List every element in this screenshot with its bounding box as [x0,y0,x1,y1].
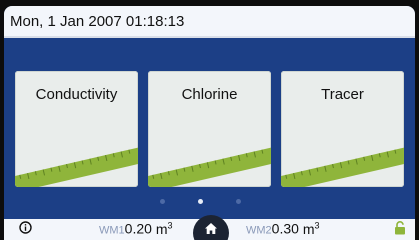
device-screen: Mon, 1 Jan 2007 01:18:13 Conductivity Ch… [4,6,415,240]
tile-row: Conductivity Chlorine Tracer [15,71,405,187]
meter-value: 0.30 [271,220,299,237]
tile-tracer[interactable]: Tracer [281,71,404,187]
page-dot-2-active[interactable] [198,199,203,204]
ruler-icon [148,147,271,187]
home-icon [205,223,217,234]
datetime-display: Mon, 1 Jan 2007 01:18:13 [10,13,185,30]
page-indicator [4,199,415,207]
water-meter-2-reading: WM20.30 m3 [246,220,320,237]
page-dot-3[interactable] [236,199,241,204]
page-dot-1[interactable] [160,199,165,204]
tile-label: Tracer [321,86,364,103]
water-meter-1-reading: WM10.20 m3 [99,220,173,237]
meter-value: 0.20 [124,220,152,237]
meter-unit: m3 [155,220,173,237]
tile-label: Chlorine [181,86,238,103]
tile-conductivity[interactable]: Conductivity [15,71,138,187]
ruler-icon [281,147,404,187]
info-icon[interactable] [19,221,32,234]
tile-label: Conductivity [35,86,118,103]
tile-chlorine[interactable]: Chlorine [148,71,271,187]
unlocked-padlock-icon[interactable] [394,221,406,235]
status-bar: Mon, 1 Jan 2007 01:18:13 [4,6,415,38]
ruler-icon [15,147,138,187]
meter-unit: m3 [302,220,320,237]
meter-tag: WM2 [246,224,272,237]
meter-tag: WM1 [99,224,125,237]
